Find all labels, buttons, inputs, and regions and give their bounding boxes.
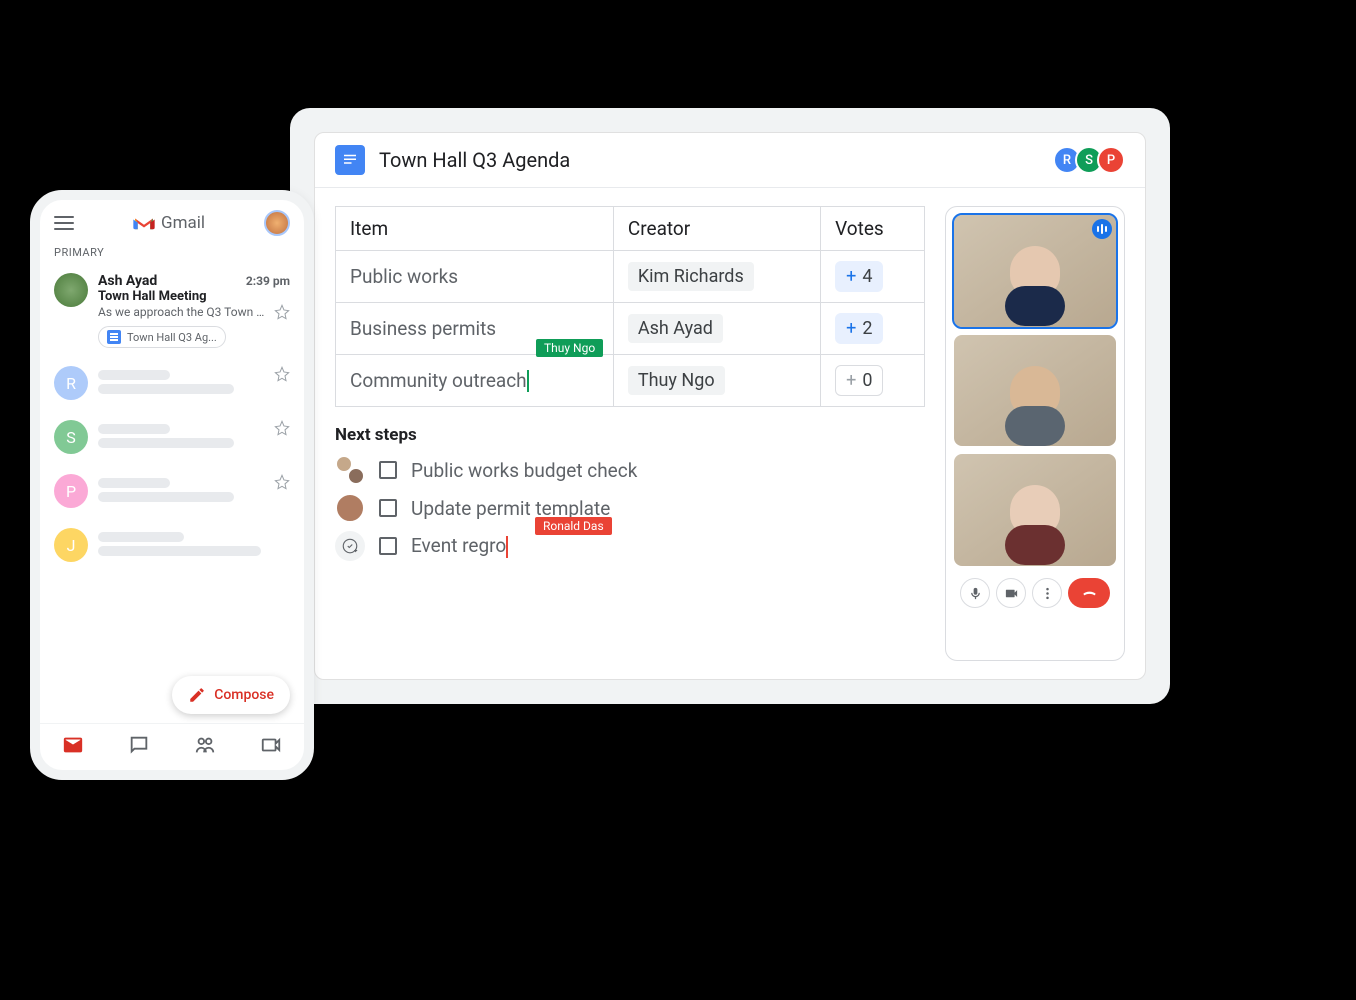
hangup-button[interactable] [1068,578,1110,608]
email-subject: Town Hall Meeting [98,289,290,304]
meet-participant-tile[interactable] [954,215,1116,327]
account-avatar[interactable] [264,210,290,236]
phone-frame: Gmail PRIMARY Ash Ayad 2:39 pm Town Hall… [30,190,314,780]
nav-chat-icon[interactable] [128,734,150,760]
skeleton-lines [98,474,258,506]
creator-chip[interactable]: Ash Ayad [628,314,723,343]
email-time: 2:39 pm [246,274,290,288]
meet-participant-tile[interactable] [954,335,1116,447]
collaborator-avatar-p[interactable]: P [1097,146,1125,174]
checklist-text[interactable]: Event regro [411,534,508,558]
checklist-item[interactable]: Event regro Ronald Das [335,531,925,561]
document-body[interactable]: Item Creator Votes Public works Kim Rich… [335,206,925,661]
col-item: Item [336,207,614,251]
more-options-button[interactable] [1032,578,1062,608]
cursor-label-red: Ronald Das [535,517,612,535]
assign-button[interactable] [335,531,365,561]
table-header-row: Item Creator Votes [336,207,925,251]
docs-window: Town Hall Q3 Agenda R S P Item Creator V… [314,132,1146,680]
google-docs-icon [335,145,365,175]
bottom-nav [40,723,304,770]
email-sender: Ash Ayad [98,273,157,289]
vote-chip[interactable]: +0 [835,365,883,396]
collab-cursor-green [527,370,529,392]
star-icon[interactable] [274,474,290,490]
checklist-text[interactable]: Public works budget check [411,459,637,482]
gmail-brand: Gmail [133,213,205,233]
nav-spaces-icon[interactable] [194,734,216,760]
checkbox[interactable] [379,499,397,517]
assignee-avatars[interactable] [335,455,365,485]
cursor-label-green: Thuy Ngo [536,339,603,357]
table-row[interactable]: Public works Kim Richards +4 [336,251,925,303]
participant-video [1010,246,1060,296]
vote-chip[interactable]: +2 [835,313,883,344]
col-votes: Votes [821,207,925,251]
document-title[interactable]: Town Hall Q3 Agenda [379,148,570,172]
skeleton-lines [98,366,258,398]
plus-icon: + [846,266,856,287]
speaking-indicator-icon [1092,219,1112,239]
checkbox[interactable] [379,537,397,555]
email-item[interactable]: Ash Ayad 2:39 pm Town Hall Meeting As we… [40,265,304,356]
attachment-name: Town Hall Q3 Ag... [127,331,217,344]
sender-avatar[interactable] [54,273,88,307]
docs-file-icon [107,330,121,344]
nav-meet-icon[interactable] [260,734,282,760]
checkbox[interactable] [379,461,397,479]
participant-video [1010,485,1060,535]
menu-icon[interactable] [54,216,74,230]
gmail-logo-icon [133,215,155,231]
star-icon[interactable] [274,366,290,382]
checklist-item[interactable]: Public works budget check [335,455,925,485]
gmail-wordmark: Gmail [161,213,205,233]
meet-controls [954,578,1116,608]
plus-icon: + [846,370,856,391]
col-creator: Creator [613,207,820,251]
cell-item[interactable]: Public works [336,251,614,303]
star-icon[interactable] [274,420,290,436]
assignee-avatar[interactable] [335,493,365,523]
meet-panel [945,206,1125,661]
collaborator-avatars[interactable]: R S P [1059,146,1125,174]
attachment-chip[interactable]: Town Hall Q3 Ag... [98,326,226,348]
meet-participant-tile[interactable] [954,454,1116,566]
skeleton-lines [98,420,258,452]
creator-chip[interactable]: Kim Richards [628,262,754,291]
sender-avatar: P [54,474,88,508]
vote-chip[interactable]: +4 [835,261,883,292]
star-icon[interactable] [274,304,290,320]
email-item-placeholder[interactable]: S [40,410,304,464]
nav-mail-icon[interactable] [62,734,84,760]
laptop-frame: Town Hall Q3 Agenda R S P Item Creator V… [290,108,1170,704]
compose-button[interactable]: Compose [172,676,290,714]
email-item-placeholder[interactable]: P [40,464,304,518]
email-item-placeholder[interactable]: J [40,518,304,572]
plus-icon: + [846,318,856,339]
participant-video [1010,366,1060,416]
next-steps-heading: Next steps [335,425,925,445]
table-row[interactable]: Business permits Ash Ayad +2 [336,303,925,355]
camera-button[interactable] [996,578,1026,608]
collab-cursor-red [506,536,508,558]
sender-avatar: R [54,366,88,400]
creator-chip[interactable]: Thuy Ngo [628,366,725,395]
agenda-table[interactable]: Item Creator Votes Public works Kim Rich… [335,206,925,407]
sender-avatar: J [54,528,88,562]
skeleton-lines [98,528,290,560]
docs-header: Town Hall Q3 Agenda R S P [315,133,1145,188]
mic-button[interactable] [960,578,990,608]
email-preview: As we approach the Q3 Town Ha... [98,305,268,319]
checklist-item[interactable]: Update permit template [335,493,925,523]
inbox-tab-label[interactable]: PRIMARY [40,246,304,265]
sender-avatar: S [54,420,88,454]
compose-label: Compose [214,687,274,703]
email-item-placeholder[interactable]: R [40,356,304,410]
gmail-appbar: Gmail [40,200,304,246]
table-row[interactable]: Community outreach Thuy Ngo Thuy Ngo +0 [336,355,925,407]
pencil-icon [188,686,206,704]
cell-item[interactable]: Community outreach Thuy Ngo [336,355,614,407]
